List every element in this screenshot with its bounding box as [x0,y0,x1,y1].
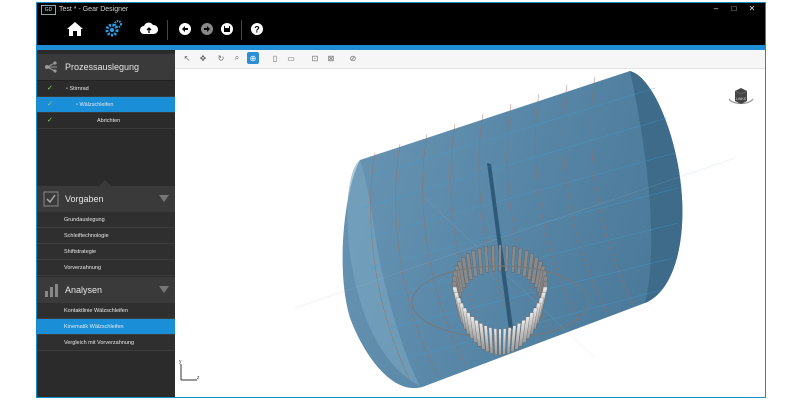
process-tree-icon [45,61,57,73]
nav-item-kinematik[interactable]: Kinematik Wälzschleifen [37,319,175,335]
gear-tooth [504,245,509,272]
nav-item-vergleich[interactable]: Vergleich mit Vorverzahnung [37,335,175,351]
check-icon: ✓ [47,117,53,124]
nav-item-schleiftechnologie[interactable]: Schleiftechnologie [37,228,175,244]
nav-item-grundauslegung[interactable]: Grundauslegung [37,212,175,228]
toolbar-separator [241,20,242,40]
zoom-icon[interactable]: ⌕ [231,52,243,64]
zoom-fit-icon[interactable]: ⊕ [247,52,259,64]
check-icon: ✓ [47,85,53,92]
check-icon: ✓ [47,101,53,108]
save-icon[interactable] [217,19,237,39]
view-cube[interactable]: LINKS [727,85,755,109]
title-bar: GD Test * - Gear Designer – □ ✕ [37,3,765,16]
gear-tooth [502,328,507,355]
bar-chart-icon [45,284,58,297]
select-arrow-icon[interactable]: ↖ [181,52,193,64]
nav-item-label: ▫ Stirnrad [66,86,89,92]
nav-item-shiftstrategie[interactable]: Shiftstrategie [37,244,175,260]
section-icon[interactable]: ⊘ [347,52,359,64]
section-title: Analysen [65,285,103,295]
nav-item-abrichten[interactable]: ✓ Abrichten [37,113,175,129]
view-back-icon[interactable]: ▭ [285,52,297,64]
sidebar: Prozessauslegung ✓ ▫ Stirnrad ✓ ▫ Wälzsc… [37,50,175,397]
app-window: GD Test * - Gear Designer – □ ✕ ? Prozes… [36,2,766,398]
main-toolbar: ? [37,16,765,45]
nav-item-label: Abrichten [97,118,121,124]
toolbar-separator [167,20,168,40]
maximize-button[interactable]: □ [727,4,741,14]
nav-item-label: ▫ Wälzschleifen [76,102,114,108]
axis-triad: y z [177,358,201,384]
view-cube-label: LINKS [736,97,747,101]
undo-icon[interactable] [175,19,195,39]
viewport-toolbar: ↖ ✥ ↻ ⌕ ⊕ ▯ ▭ ⊡ ⊠ ⊘ [175,50,765,69]
svg-text:?: ? [254,25,260,35]
collapse-arrow-icon[interactable] [159,286,169,293]
wireframe-icon[interactable]: ⊡ [309,52,321,64]
axis-y-label: y [179,359,182,365]
axis-z-label: z [197,375,200,381]
rotate-icon[interactable]: ↻ [215,52,227,64]
shaded-icon[interactable]: ⊠ [325,52,337,64]
minimize-button[interactable]: – [709,4,723,14]
section-vorgaben[interactable]: Vorgaben [37,186,175,213]
window-title: Test * - Gear Designer [59,6,129,13]
app-logo: GD [41,5,56,15]
home-icon[interactable] [65,19,85,39]
gear-settings-icon[interactable] [103,19,123,39]
collapse-arrow-icon[interactable] [159,195,169,202]
gear-scene [294,71,736,389]
gear-tooth [498,328,502,356]
nav-item-kontaktlinie[interactable]: Kontaktlinie Wälzschleifen [37,303,175,319]
sidebar-empty-area [37,130,175,186]
cloud-upload-icon[interactable] [139,19,159,39]
gear-tooth [493,328,498,355]
redo-icon[interactable] [197,19,217,39]
gear-tooth [498,244,502,272]
section-title: Vorgaben [65,194,104,204]
help-icon[interactable]: ? [247,19,267,39]
checklist-icon [43,191,59,207]
nav-item-stirnrad[interactable]: ✓ ▫ Stirnrad [37,81,175,97]
section-title: Prozessauslegung [65,62,140,72]
section-prozessauslegung[interactable]: Prozessauslegung [37,54,175,81]
close-button[interactable]: ✕ [745,4,759,14]
gear-tooth [491,245,496,272]
section-analysen[interactable]: Analysen [37,277,175,304]
nav-item-waelzschleifen[interactable]: ✓ ▫ Wälzschleifen [37,97,175,113]
3d-viewport[interactable]: ↖ ✥ ↻ ⌕ ⊕ ▯ ▭ ⊡ ⊠ ⊘ LINKS y z [175,50,765,397]
nav-item-vorverzahnung[interactable]: Vorverzahnung [37,260,175,276]
view-front-icon[interactable]: ▯ [269,52,281,64]
pan-icon[interactable]: ✥ [197,52,209,64]
